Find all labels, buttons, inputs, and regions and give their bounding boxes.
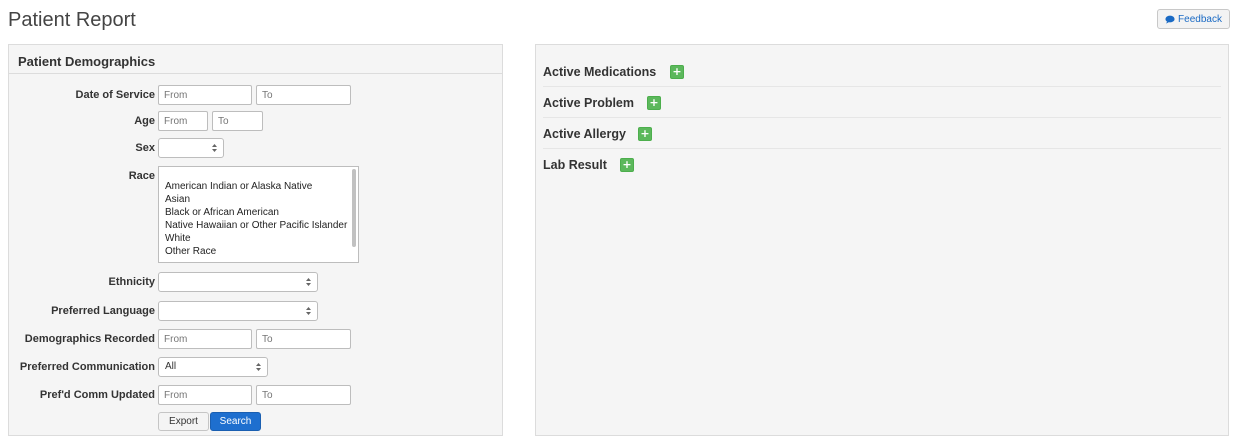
feedback-label: Feedback [1178, 13, 1222, 25]
preferred-language-label: Preferred Language [51, 305, 155, 317]
patient-demographics-panel: Patient Demographics Date of Service Age… [8, 44, 503, 436]
age-row: Age [9, 111, 502, 133]
prefd-comm-updated-to-input[interactable] [256, 385, 351, 405]
active-problem-section: Active Problem + [543, 87, 1221, 118]
lab-result-section: Lab Result + [543, 149, 1221, 180]
race-label: Race [128, 170, 155, 182]
add-problem-button[interactable]: + [647, 96, 661, 110]
demographics-recorded-row: Demographics Recorded [9, 329, 502, 351]
race-option[interactable]: Asian [165, 193, 347, 206]
up-down-caret-icon [211, 142, 218, 154]
race-option[interactable]: White [165, 232, 347, 245]
age-to-input[interactable] [212, 111, 263, 131]
ethnicity-label: Ethnicity [108, 276, 155, 288]
date-of-service-from-input[interactable] [158, 85, 252, 105]
race-multiselect[interactable]: American Indian or Alaska Native Asian B… [158, 166, 359, 263]
lab-result-title: Lab Result [543, 158, 607, 172]
prefd-comm-updated-label: Pref'd Comm Updated [39, 389, 155, 401]
prefd-comm-updated-row: Pref'd Comm Updated [9, 385, 502, 407]
active-medications-title: Active Medications [543, 65, 657, 79]
up-down-caret-icon [305, 305, 312, 317]
search-button[interactable]: Search [210, 412, 261, 431]
demographics-heading: Patient Demographics [9, 45, 502, 74]
race-option[interactable]: Native Hawaiian or Other Pacific Islande… [165, 219, 347, 232]
date-of-service-row: Date of Service [9, 85, 502, 107]
demographics-recorded-to-input[interactable] [256, 329, 351, 349]
chat-bubble-icon [1165, 15, 1175, 24]
sex-label: Sex [135, 142, 155, 154]
race-scrollbar[interactable] [352, 169, 356, 247]
active-allergy-title: Active Allergy [543, 127, 626, 141]
demographics-recorded-label: Demographics Recorded [24, 333, 155, 345]
feedback-button[interactable]: Feedback [1157, 9, 1230, 29]
date-of-service-to-input[interactable] [256, 85, 351, 105]
active-medications-section: Active Medications + [543, 56, 1221, 87]
add-lab-result-button[interactable]: + [620, 158, 634, 172]
preferred-communication-selected-value: All [165, 361, 177, 372]
race-option[interactable]: Black or African American [165, 206, 347, 219]
active-allergy-section: Active Allergy + [543, 118, 1221, 149]
demographics-recorded-from-input[interactable] [158, 329, 252, 349]
sex-row: Sex [9, 138, 502, 160]
age-label: Age [134, 115, 155, 127]
prefd-comm-updated-from-input[interactable] [158, 385, 252, 405]
active-problem-title: Active Problem [543, 96, 635, 110]
page-title: Patient Report [8, 9, 136, 31]
ethnicity-select[interactable] [158, 272, 318, 292]
race-option[interactable]: American Indian or Alaska Native [165, 180, 347, 193]
date-of-service-label: Date of Service [75, 89, 155, 101]
add-allergy-button[interactable]: + [638, 127, 652, 141]
preferred-language-select[interactable] [158, 301, 318, 321]
preferred-communication-label: Preferred Communication [19, 361, 155, 373]
up-down-caret-icon [255, 361, 262, 373]
preferred-communication-select[interactable]: All [158, 357, 268, 377]
race-option[interactable]: Other Race [165, 245, 347, 258]
preferred-communication-row: Preferred Communication All [9, 357, 502, 379]
export-button[interactable]: Export [158, 412, 209, 431]
clinical-panel: Active Medications + Active Problem + Ac… [535, 44, 1229, 436]
up-down-caret-icon [305, 276, 312, 288]
preferred-language-row: Preferred Language [9, 301, 502, 323]
race-row: Race American Indian or Alaska Native As… [9, 166, 502, 264]
age-from-input[interactable] [158, 111, 208, 131]
sex-select[interactable] [158, 138, 224, 158]
ethnicity-row: Ethnicity [9, 272, 502, 294]
race-options-list: American Indian or Alaska Native Asian B… [165, 180, 347, 258]
add-medication-button[interactable]: + [670, 65, 684, 79]
